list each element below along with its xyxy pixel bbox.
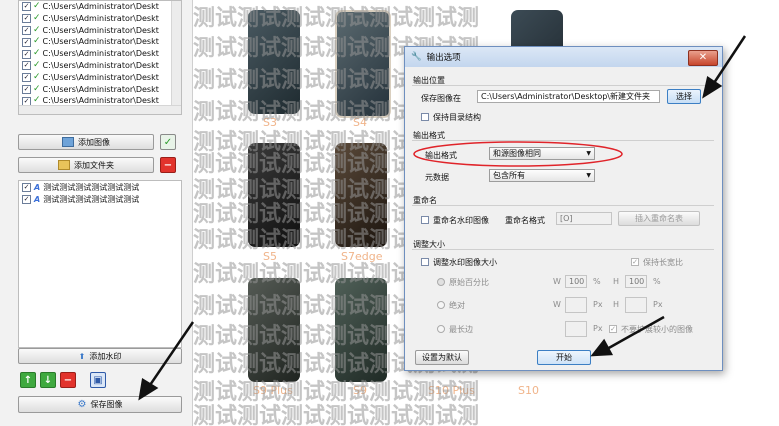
annotation-arrows (138, 35, 747, 401)
